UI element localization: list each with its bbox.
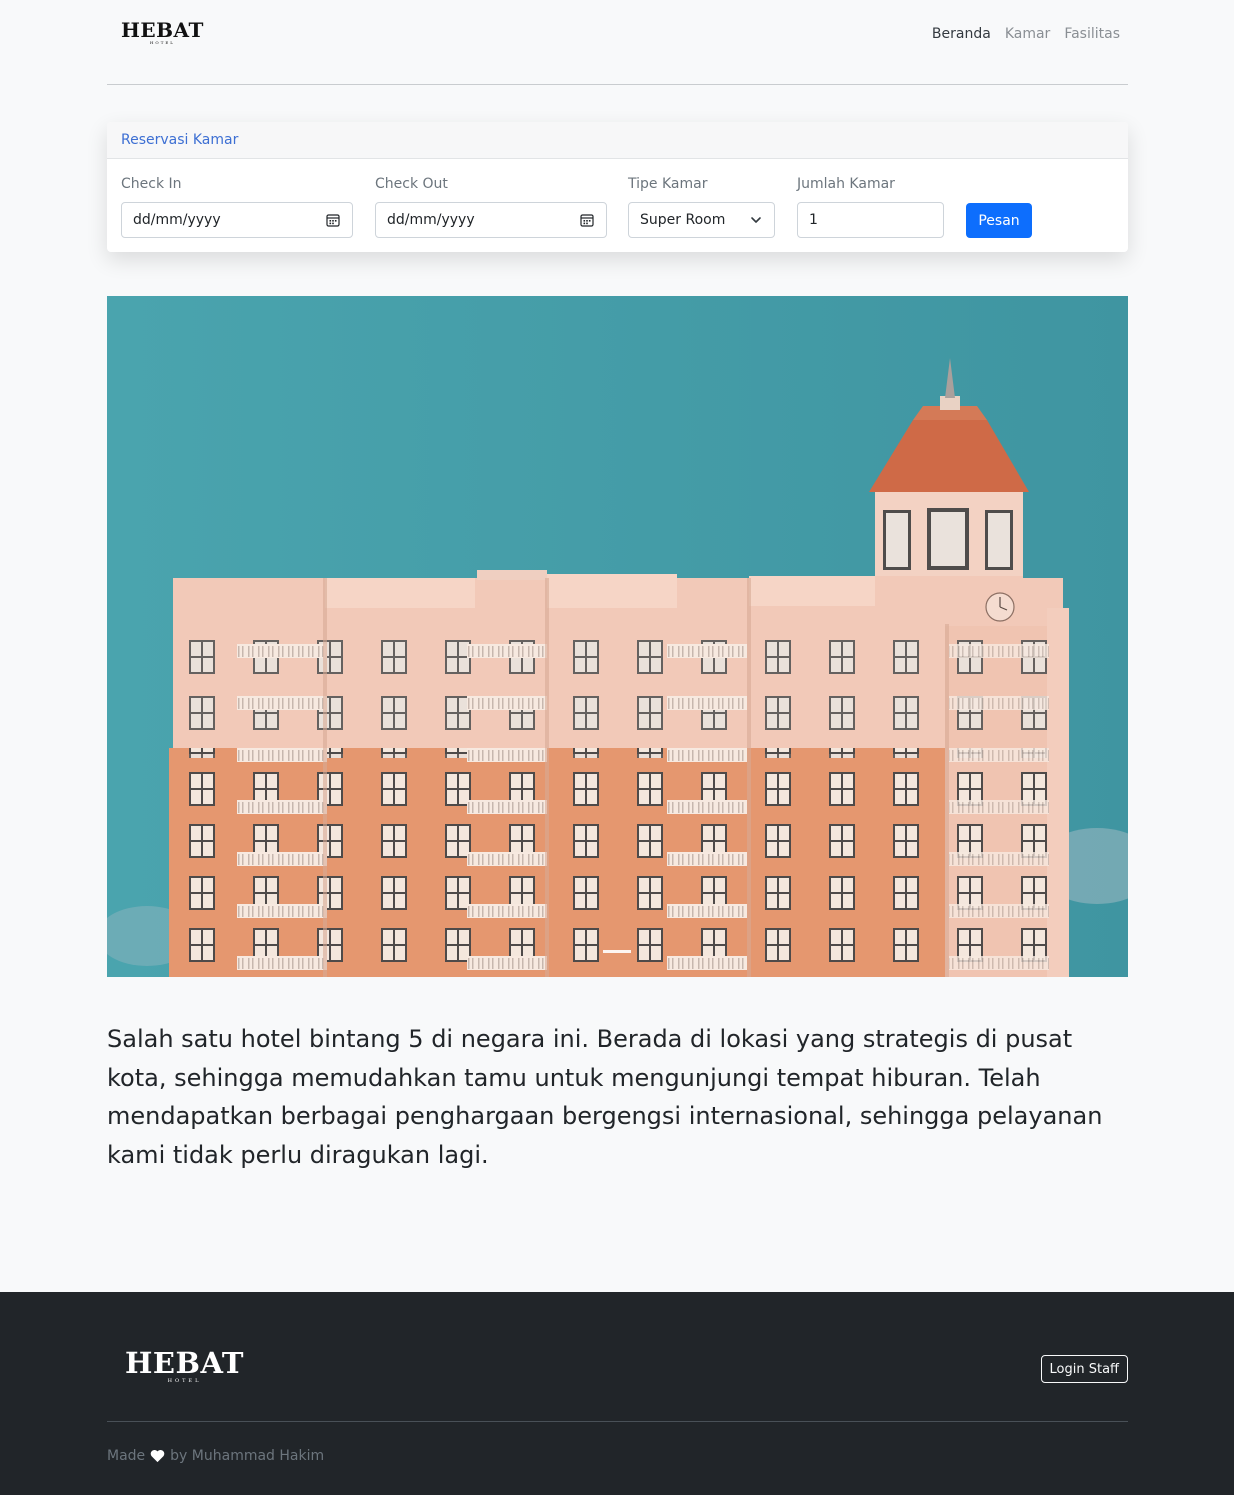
credit-prefix: Made bbox=[107, 1448, 146, 1464]
credit-suffix: by Muhammad Hakim bbox=[170, 1448, 325, 1464]
pesan-button[interactable]: Pesan bbox=[966, 203, 1032, 238]
login-staff-button[interactable]: Login Staff bbox=[1040, 1355, 1128, 1383]
room-count-label: Jumlah Kamar bbox=[797, 176, 895, 192]
footer-divider bbox=[107, 1421, 1128, 1422]
calendar-icon[interactable] bbox=[326, 213, 340, 227]
heart-icon bbox=[150, 1449, 165, 1463]
room-count-value: 1 bbox=[809, 212, 818, 228]
room-count-input[interactable]: 1 bbox=[797, 202, 944, 238]
check-out-label: Check Out bbox=[375, 176, 448, 192]
check-in-input[interactable]: dd/mm/yyyy bbox=[121, 202, 353, 238]
room-type-select[interactable]: Super Room bbox=[628, 202, 775, 238]
calendar-icon[interactable] bbox=[580, 213, 594, 227]
brand-logo[interactable]: HEBAT HOTEL bbox=[121, 20, 204, 45]
brand-name: HEBAT bbox=[121, 18, 204, 42]
chevron-down-icon bbox=[751, 217, 761, 223]
hotel-description: Salah satu hotel bintang 5 di negara ini… bbox=[107, 1025, 1103, 1169]
hero-carousel bbox=[107, 296, 1128, 977]
room-type-selected-value: Super Room bbox=[640, 212, 726, 228]
check-in-field: Check In dd/mm/yyyy bbox=[121, 176, 353, 238]
main-nav: Beranda Kamar Fasilitas bbox=[932, 26, 1120, 42]
hotel-building-image bbox=[107, 296, 1128, 977]
room-type-field: Tipe Kamar Super Room bbox=[628, 176, 775, 238]
room-count-field: Jumlah Kamar 1 bbox=[797, 176, 944, 238]
footer-brand-name: HEBAT bbox=[125, 1346, 245, 1380]
reservation-card-title: Reservasi Kamar bbox=[107, 122, 1128, 159]
check-out-field: Check Out dd/mm/yyyy bbox=[375, 176, 607, 238]
reservation-card: Reservasi Kamar Check In dd/mm/yyyy Chec… bbox=[107, 122, 1128, 252]
footer-credit: Made by Muhammad Hakim bbox=[107, 1448, 324, 1464]
footer-brand-logo[interactable]: HEBAT HOTEL bbox=[125, 1349, 244, 1384]
check-in-label: Check In bbox=[121, 176, 182, 192]
carousel-indicator[interactable] bbox=[603, 950, 631, 953]
check-out-placeholder: dd/mm/yyyy bbox=[387, 212, 475, 228]
room-type-label: Tipe Kamar bbox=[628, 176, 708, 192]
site-footer: HEBAT HOTEL Login Staff Made by Muhammad… bbox=[0, 1292, 1234, 1495]
nav-link-kamar[interactable]: Kamar bbox=[1005, 26, 1051, 42]
check-in-placeholder: dd/mm/yyyy bbox=[133, 212, 221, 228]
check-out-input[interactable]: dd/mm/yyyy bbox=[375, 202, 607, 238]
nav-link-fasilitas[interactable]: Fasilitas bbox=[1064, 26, 1120, 42]
site-header: HEBAT HOTEL Beranda Kamar Fasilitas bbox=[107, 0, 1128, 85]
nav-link-beranda[interactable]: Beranda bbox=[932, 26, 991, 42]
